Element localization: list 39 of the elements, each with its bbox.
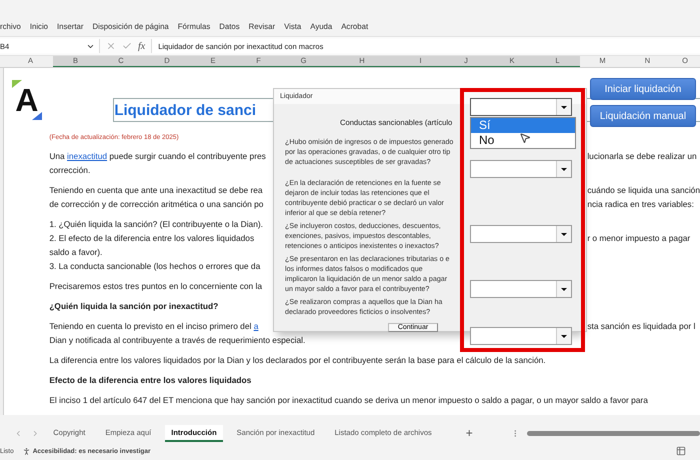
section-heading: ¿Quién liquida la sanción por inexactitud? — [49, 300, 218, 313]
normal-view-icon[interactable] — [676, 446, 686, 456]
paragraph-text: 1. ¿Quién liquida la sanción? (El contribuyente o la Dian). — [49, 218, 263, 231]
paragraph-text: Precisaremos estos tres puntos en lo concerniente con la — [49, 280, 262, 293]
cursor-icon — [519, 132, 531, 144]
dropdown-field[interactable] — [470, 327, 572, 345]
paragraph-text: 2. El efecto de la diferencia entre los valores liquidados — [49, 232, 254, 245]
paragraph-text: de corrección y de corrección aritmética o una sanción po — [49, 198, 264, 211]
dropdown-field[interactable] — [470, 160, 572, 178]
paragraph-text: La diferencia entre los valores liquidados por la Dian y los declarados por el contribuyente serán la base para el cálculo de la sanción. — [49, 354, 546, 367]
paragraph-text: Teniendo en cuenta que ante una inexactitud se debe rea — [49, 184, 263, 197]
function-button[interactable]: fx — [138, 40, 146, 52]
paragraph-text: 3. La conducta sancionable (los hechos o errores que da — [49, 260, 260, 273]
section-heading: Efecto de la diferencia entre los valores liquidados — [49, 374, 252, 387]
logo: A — [12, 80, 42, 120]
sheet-title: Liquidador de sanci — [114, 102, 256, 118]
paragraph-text: corrección. — [49, 164, 90, 177]
dropdown-field[interactable] — [470, 280, 572, 298]
horizontal-scrollbar[interactable] — [527, 430, 700, 436]
dropdown-option[interactable]: Sí — [471, 118, 575, 133]
paragraph-text: Dian y notificada al contribuyente a través de requerimiento especial. — [49, 334, 306, 347]
paragraph-text: sta sanción es liquidada por l — [587, 320, 696, 333]
manual-button[interactable]: Liquidación manual — [590, 105, 696, 127]
cancel-icon[interactable] — [106, 41, 116, 51]
paragraph-text: lucionarla se debe realizar un — [587, 150, 698, 163]
paragraph-text: El inciso 1 del artículo 647 del ET menciona que hay sanción por inexactitud cuando se deriva un menor impuesto o saldo a pagar, o un mayor saldo a favor para — [49, 394, 648, 407]
accessibility-icon[interactable] — [22, 446, 31, 456]
paragraph-text: Teniendo en cuenta lo previsto en el inciso primero del a — [49, 320, 258, 333]
paragraph-text: saldo a favor). — [49, 246, 102, 259]
link[interactable]: a — [254, 321, 258, 331]
check-icon[interactable] — [122, 41, 132, 51]
paragraph-text: Una inexactitud puede surgir cuando el contribuyente pres — [49, 150, 266, 163]
paragraph-text: r o menor impuesto a pagar — [587, 232, 692, 245]
start-button[interactable]: Iniciar liquidación — [590, 78, 696, 100]
paragraph-text: cuándo se liquida una sanción — [587, 184, 700, 197]
paragraph-text: ncia radica en tres variables: — [587, 198, 695, 211]
link[interactable]: inexactitud — [67, 151, 108, 161]
add-sheet-button[interactable]: + — [466, 426, 473, 440]
dropdown-field[interactable] — [470, 225, 572, 243]
